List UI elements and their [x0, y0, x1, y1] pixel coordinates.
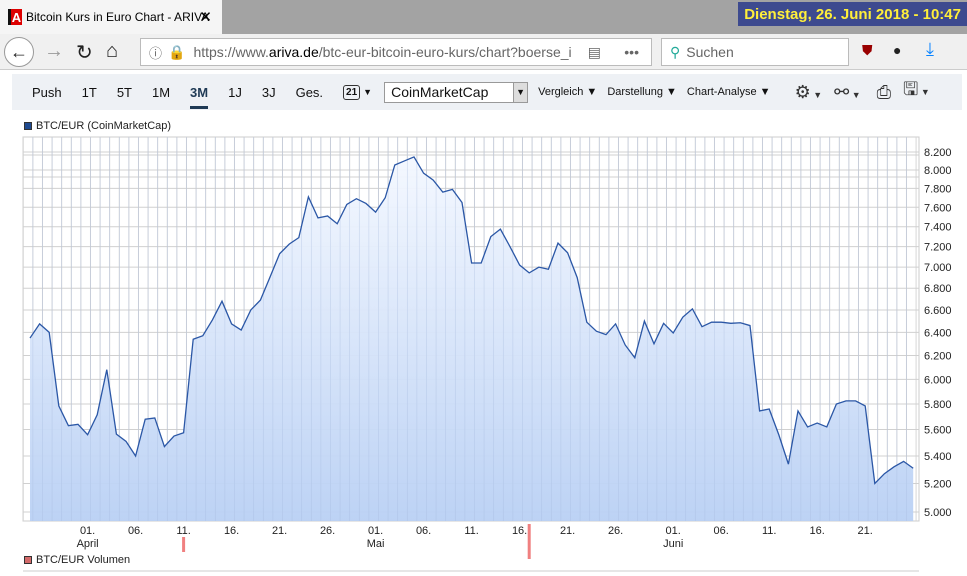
x-tick-label: 06.: [416, 525, 431, 537]
y-tick-label: 5.800: [924, 399, 952, 411]
y-tick-label: 5.600: [924, 425, 952, 437]
x-tick-label: 16.: [512, 525, 527, 537]
event-marker: [527, 524, 531, 559]
month-label: Mai: [367, 538, 385, 550]
y-tick-label: 6.200: [924, 350, 952, 362]
x-tick-label: 11.: [762, 525, 776, 537]
y-tick-label: 8.000: [924, 165, 952, 177]
event-marker: [182, 537, 186, 552]
y-tick-label: 6.000: [924, 374, 952, 386]
y-tick-label: 8.200: [924, 147, 952, 159]
x-tick-label: 26.: [320, 525, 335, 537]
y-tick-label: 7.400: [924, 222, 952, 234]
month-label: April: [77, 538, 99, 550]
y-tick-label: 7.000: [924, 262, 952, 274]
y-tick-label: 7.600: [924, 202, 952, 214]
x-tick-label: 16.: [224, 525, 239, 537]
x-tick-label: 26.: [608, 525, 623, 537]
x-tick-label: 21.: [560, 525, 575, 537]
x-tick-label: 11.: [176, 525, 190, 537]
x-tick-label: 01.: [80, 525, 95, 537]
y-tick-label: 5.000: [924, 507, 952, 519]
x-tick-label: 16.: [810, 525, 825, 537]
month-label: Juni: [663, 538, 683, 550]
x-tick-label: 21.: [858, 525, 873, 537]
y-tick-label: 7.800: [924, 183, 952, 195]
y-tick-label: 6.400: [924, 327, 952, 339]
y-tick-label: 7.200: [924, 242, 952, 254]
y-tick-label: 5.400: [924, 451, 952, 463]
y-tick-label: 6.600: [924, 305, 952, 317]
y-tick-label: 6.800: [924, 283, 952, 295]
price-chart: 8.200 8.000 7.800 7.600 7.400 7.200 7.000 6.800…: [22, 136, 952, 572]
x-tick-label: 11.: [464, 525, 478, 537]
x-tick-label: 21.: [272, 525, 287, 537]
y-tick-label: 5.200: [924, 478, 952, 490]
x-tick-label: 06.: [128, 525, 143, 537]
x-tick-label: 06.: [714, 525, 729, 537]
x-tick-label: 01.: [368, 525, 383, 537]
x-tick-label: 01.: [666, 525, 681, 537]
